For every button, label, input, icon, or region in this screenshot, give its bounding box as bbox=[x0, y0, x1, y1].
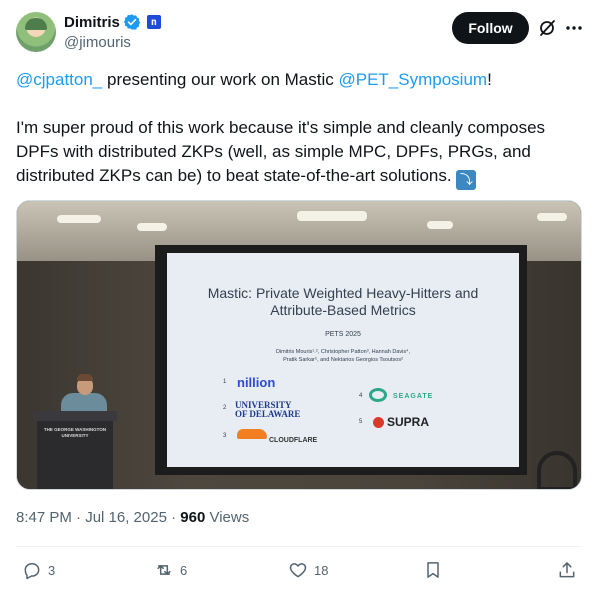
affiliate-badge-icon[interactable]: n bbox=[146, 15, 161, 29]
slide-title: Mastic: Private Weighted Heavy-Hitters a… bbox=[167, 285, 519, 319]
mention-link[interactable]: @PET_Symposium bbox=[338, 70, 487, 89]
seagate-swirl-icon bbox=[369, 388, 387, 402]
more-options-icon[interactable] bbox=[564, 18, 584, 38]
reply-button[interactable]: 3 bbox=[22, 558, 55, 582]
verified-badge-icon[interactable] bbox=[123, 13, 141, 31]
speaker-hair bbox=[77, 374, 93, 381]
divider bbox=[16, 546, 582, 547]
slide-authors-line: Dimitris Mouris¹˒², Christopher Patton³,… bbox=[275, 349, 411, 355]
tweet-photo[interactable]: Mastic: Private Weighted Heavy-Hitters a… bbox=[16, 200, 582, 490]
like-count: 18 bbox=[314, 562, 329, 578]
slide-subtitle: PETS 2025 bbox=[325, 331, 361, 338]
supra-dot-icon bbox=[373, 417, 384, 428]
grok-icon[interactable] bbox=[537, 18, 557, 38]
share-icon bbox=[559, 562, 575, 578]
ceiling-light bbox=[57, 215, 101, 223]
repost-button[interactable]: 6 bbox=[154, 558, 187, 582]
podium-label: THE GEORGE WASHINGTON UNIVERSITY bbox=[43, 427, 107, 438]
display-name[interactable]: Dimitris bbox=[64, 14, 120, 31]
affiliation-number: 3 bbox=[223, 433, 227, 439]
tweet-header: Dimitris n @jimouris Follow bbox=[16, 12, 582, 56]
heart-icon bbox=[289, 563, 307, 578]
author-names: Dimitris n @jimouris bbox=[64, 12, 161, 51]
udel-logo: UNIVERSITY OF DELAWARE bbox=[235, 400, 301, 419]
tweet-text-segment: ! bbox=[487, 70, 492, 89]
tweet-text-segment: presenting our work on Mastic bbox=[102, 70, 339, 89]
action-bar: 3 6 18 bbox=[16, 558, 582, 582]
chair bbox=[537, 451, 577, 489]
display-name-row: Dimitris n bbox=[64, 12, 161, 32]
affiliation-number: 1 bbox=[223, 379, 227, 385]
seagate-logo: SEAGATE bbox=[393, 393, 434, 400]
slide-title-line: Attribute-Based Metrics bbox=[270, 302, 416, 318]
nillion-logo: nillion bbox=[237, 375, 276, 390]
slide-authors-line: Pratik Sarkar⁵, and Nektarios Georgios T… bbox=[283, 357, 403, 363]
supra-logo: SUPRA bbox=[387, 415, 430, 429]
reply-count: 3 bbox=[48, 562, 56, 578]
ceiling-light bbox=[427, 221, 453, 229]
tweet-meta: 8:47 PM · Jul 16, 2025 · 960 Views bbox=[16, 508, 249, 528]
tweet-text: @cjpatton_ presenting our work on Mastic… bbox=[16, 68, 582, 190]
timestamp[interactable]: 8:47 PM · Jul 16, 2025 · bbox=[16, 509, 180, 526]
follow-button[interactable]: Follow bbox=[452, 12, 529, 44]
ceiling-light bbox=[297, 211, 367, 221]
tweet-paragraph-1: @cjpatton_ presenting our work on Mastic… bbox=[16, 68, 582, 92]
slide-authors: Dimitris Mouris¹˒², Christopher Patton³,… bbox=[227, 348, 459, 364]
presentation-slide: Mastic: Private Weighted Heavy-Hitters a… bbox=[167, 253, 519, 467]
repost-icon bbox=[157, 565, 171, 575]
views-label: Views bbox=[205, 509, 250, 526]
bookmark-icon bbox=[427, 562, 439, 578]
reply-icon bbox=[24, 563, 40, 580]
handle[interactable]: @jimouris bbox=[64, 34, 161, 51]
cloudflare-cloud-icon bbox=[237, 429, 267, 439]
affiliation-number: 5 bbox=[359, 419, 363, 425]
ceiling-light bbox=[137, 223, 167, 231]
slide-title-line: Mastic: Private Weighted Heavy-Hitters a… bbox=[207, 285, 479, 301]
views-count: 960 bbox=[180, 509, 206, 526]
affiliation-number: 4 bbox=[359, 393, 363, 399]
bookmark-button[interactable] bbox=[423, 558, 443, 582]
cloudflare-logo: CLOUDFLARE bbox=[269, 437, 318, 444]
tweet-paragraph-2: I'm super proud of this work because it'… bbox=[16, 116, 582, 190]
like-button[interactable]: 18 bbox=[288, 558, 328, 582]
avatar[interactable] bbox=[16, 12, 56, 52]
repost-count: 6 bbox=[180, 562, 188, 578]
ceiling-light bbox=[537, 213, 567, 221]
podium-top bbox=[33, 411, 117, 421]
mention-link[interactable]: @cjpatton_ bbox=[16, 70, 102, 89]
share-button[interactable] bbox=[557, 558, 577, 582]
affiliation-number: 2 bbox=[223, 405, 227, 411]
arrow-down-right-emoji-icon: ⤵ bbox=[456, 170, 477, 190]
